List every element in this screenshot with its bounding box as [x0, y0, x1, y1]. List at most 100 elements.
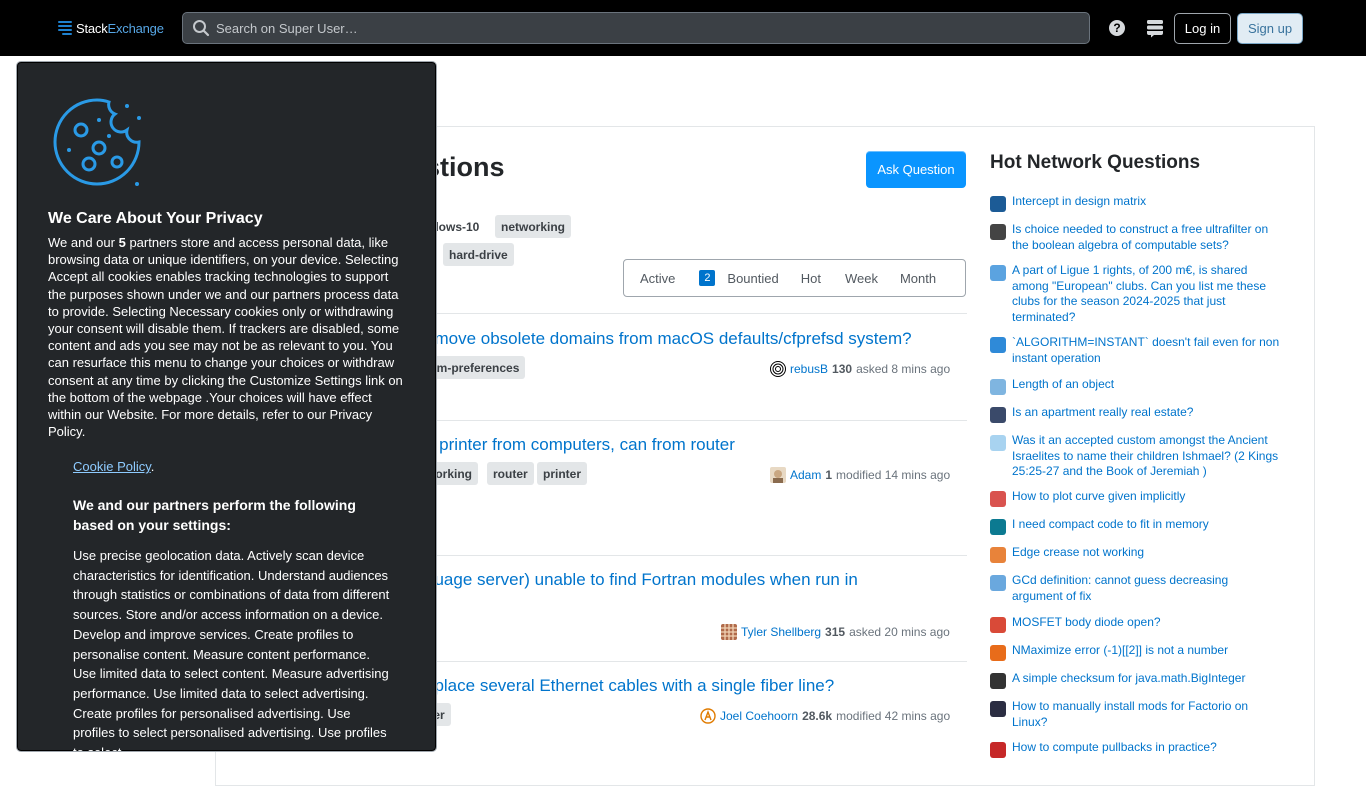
tab-month[interactable]: Month	[890, 260, 950, 296]
hot-question-link[interactable]: How to manually install mods for Factori…	[1012, 699, 1282, 730]
user-reputation: 1	[825, 468, 833, 482]
cookie-modal-subtitle: We and our partners perform the followin…	[73, 497, 356, 533]
hot-question-item[interactable]: A simple checksum for java.math.BigInteg…	[990, 671, 1290, 689]
question-title[interactable]: eplace several Ethernet cables with a si…	[425, 676, 834, 696]
user-name[interactable]: Adam	[790, 468, 821, 482]
question-meta: Adam 1 modified 14 mins ago	[770, 467, 950, 483]
hot-question-item[interactable]: Edge crease not working	[990, 545, 1290, 563]
hot-question-item[interactable]: I need compact code to fit in memory	[990, 517, 1290, 535]
question-tag[interactable]: printer	[537, 462, 588, 485]
help-icon[interactable]: ?	[1107, 18, 1127, 38]
tab-week[interactable]: Week	[833, 260, 890, 296]
cookie-policy-row: Cookie Policy.	[73, 459, 155, 474]
site-icon	[990, 196, 1006, 212]
hot-question-link[interactable]: How to compute pullbacks in practice?	[1012, 740, 1282, 758]
tab-bountied[interactable]: 2 Bountied	[689, 260, 790, 296]
user-avatar[interactable]	[770, 467, 786, 483]
search-box[interactable]	[182, 12, 1090, 44]
stackexchange-logo[interactable]: StackExchange	[58, 18, 164, 38]
site-icon	[990, 407, 1006, 423]
cookie-policy-link[interactable]: Cookie Policy	[73, 459, 151, 474]
question-meta: rebusB 130 asked 8 mins ago	[770, 361, 950, 377]
user-avatar[interactable]	[700, 708, 716, 724]
tab-hot[interactable]: Hot	[791, 260, 833, 296]
question-meta: Joel Coehoorn 28.6k modified 42 mins ago	[700, 708, 950, 724]
hot-question-item[interactable]: Was it an accepted custom amongst the An…	[990, 433, 1290, 480]
hot-question-link[interactable]: Length of an object	[1012, 377, 1282, 395]
user-avatar[interactable]	[721, 624, 737, 640]
search-icon	[193, 20, 210, 37]
top-bar: StackExchange ? Log in Sign up	[0, 0, 1366, 56]
hot-network-questions-title: Hot Network Questions	[990, 152, 1201, 173]
question-title[interactable]: guage server) unable to find Fortran mod…	[425, 570, 858, 590]
site-icon	[990, 575, 1006, 591]
hot-question-link[interactable]: Is choice needed to construct a free ult…	[1012, 222, 1282, 253]
hot-question-link[interactable]: NMaximize error (-1)[[2]] is not a numbe…	[1012, 643, 1282, 661]
user-name[interactable]: Tyler Shellberg	[741, 625, 821, 639]
watched-tag[interactable]: hard-drive	[443, 243, 514, 266]
cookie-consent-modal: We Care About Your Privacy We and our 5 …	[16, 61, 437, 752]
user-reputation: 315	[825, 625, 846, 639]
question-meta: Tyler Shellberg 315 asked 20 mins ago	[721, 624, 950, 640]
site-icon	[990, 617, 1006, 633]
hot-question-link[interactable]: MOSFET body diode open?	[1012, 615, 1282, 633]
watched-tag[interactable]: networking	[495, 215, 572, 238]
stackexchange-logo-icon	[58, 21, 72, 35]
hot-question-link[interactable]: Intercept in design matrix	[1012, 194, 1282, 212]
tab-active[interactable]: Active	[624, 260, 689, 296]
question-filter-tabs: Active 2 Bountied Hot Week Month	[623, 259, 966, 297]
bountied-count-badge: 2	[699, 270, 716, 286]
hot-question-item[interactable]: A part of Ligue 1 rights, of 200 m€, is …	[990, 263, 1290, 325]
question-time[interactable]: asked 8 mins ago	[856, 362, 950, 376]
question-time[interactable]: modified 42 mins ago	[836, 709, 950, 723]
user-avatar[interactable]	[770, 361, 786, 377]
hot-question-item[interactable]: NMaximize error (-1)[[2]] is not a numbe…	[990, 643, 1290, 661]
hot-question-item[interactable]: How to compute pullbacks in practice?	[990, 740, 1290, 758]
site-icon	[990, 519, 1006, 535]
cookie-modal-body: We and our 5 partners store and access p…	[48, 235, 403, 440]
hot-question-link[interactable]: GCd definition: cannot guess decreasing …	[1012, 573, 1282, 604]
hot-question-item[interactable]: `ALGORITHM=INSTANT` doesn't fail even fo…	[990, 335, 1290, 366]
hot-question-link[interactable]: `ALGORITHM=INSTANT` doesn't fail even fo…	[1012, 335, 1282, 366]
cookie-modal-title: We Care About Your Privacy	[48, 210, 263, 227]
signup-button[interactable]: Sign up	[1237, 13, 1303, 44]
hot-question-item[interactable]: Intercept in design matrix	[990, 194, 1290, 212]
site-icon	[990, 701, 1006, 717]
partners-count: 5	[118, 235, 126, 250]
hot-question-link[interactable]: Is an apartment really real estate?	[1012, 405, 1282, 423]
user-name[interactable]: Joel Coehoorn	[720, 709, 798, 723]
site-icon	[990, 265, 1006, 281]
hot-question-item[interactable]: How to plot curve given implicitly	[990, 489, 1290, 507]
hot-question-item[interactable]: How to manually install mods for Factori…	[990, 699, 1290, 730]
hot-question-link[interactable]: Edge crease not working	[1012, 545, 1282, 563]
site-icon	[990, 435, 1006, 451]
hot-question-item[interactable]: Length of an object	[990, 377, 1290, 395]
cookie-purposes-text: Use precise geolocation data. Actively s…	[73, 548, 390, 751]
hot-question-link[interactable]: A simple checksum for java.math.BigInteg…	[1012, 671, 1282, 689]
site-icon	[990, 224, 1006, 240]
hot-question-item[interactable]: GCd definition: cannot guess decreasing …	[990, 573, 1290, 604]
hot-question-item[interactable]: Is choice needed to construct a free ult…	[990, 222, 1290, 253]
user-name[interactable]: rebusB	[790, 362, 828, 376]
question-time[interactable]: modified 14 mins ago	[836, 468, 950, 482]
site-icon	[990, 547, 1006, 563]
hot-question-link[interactable]: I need compact code to fit in memory	[1012, 517, 1282, 535]
site-icon	[990, 645, 1006, 661]
site-icon	[990, 337, 1006, 353]
hot-question-item[interactable]: MOSFET body diode open?	[990, 615, 1290, 633]
search-input[interactable]	[216, 13, 1076, 43]
user-reputation: 130	[832, 362, 853, 376]
question-tag[interactable]: tem-preferences	[424, 356, 526, 379]
inbox-icon[interactable]	[1145, 18, 1165, 38]
hot-question-link[interactable]: How to plot curve given implicitly	[1012, 489, 1282, 507]
hot-question-link[interactable]: A part of Ligue 1 rights, of 200 m€, is …	[1012, 263, 1282, 325]
hot-question-item[interactable]: Is an apartment really real estate?	[990, 405, 1290, 423]
svg-text:?: ?	[1113, 21, 1120, 35]
hot-question-link[interactable]: Was it an accepted custom amongst the An…	[1012, 433, 1282, 480]
login-button[interactable]: Log in	[1174, 13, 1231, 44]
question-title[interactable]: emove obsolete domains from macOS defaul…	[425, 329, 912, 349]
question-time[interactable]: asked 20 mins ago	[849, 625, 950, 639]
ask-question-button[interactable]: Ask Question	[866, 151, 966, 188]
question-title[interactable]: g printer from computers, can from route…	[425, 435, 735, 455]
question-tag[interactable]: router	[487, 462, 534, 485]
